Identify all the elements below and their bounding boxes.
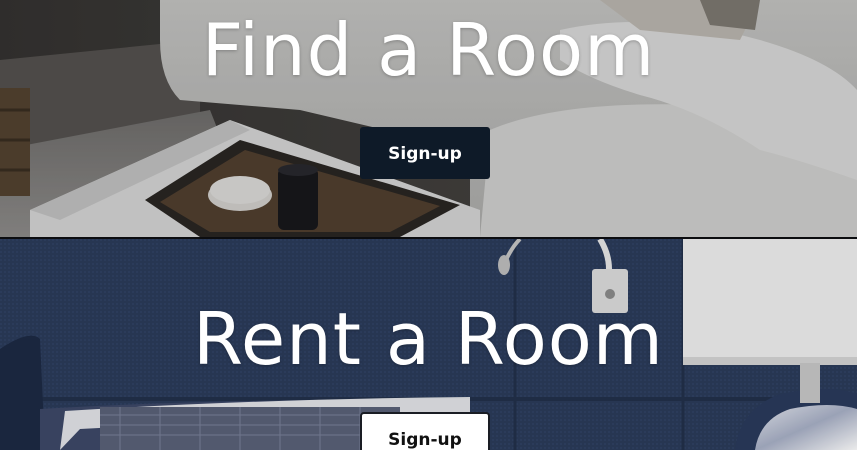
landing-page: Find a Room Sign-up Rent a Room Sign-up bbox=[0, 0, 857, 450]
rent-room-signup-button[interactable]: Sign-up bbox=[360, 412, 490, 450]
find-room-signup-button[interactable]: Sign-up bbox=[360, 127, 490, 179]
find-room-hero: Find a Room Sign-up bbox=[0, 0, 857, 237]
rent-room-title: Rent a Room bbox=[193, 297, 664, 381]
find-room-title: Find a Room bbox=[201, 8, 656, 92]
rent-room-hero: Rent a Room Sign-up bbox=[0, 239, 857, 450]
